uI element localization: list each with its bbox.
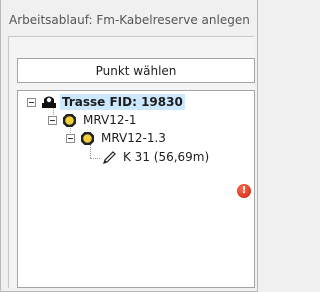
tree-connector [90, 158, 100, 159]
workflow-title: Arbeitsablauf: Fm-Kabelreserve anlegen [9, 13, 250, 27]
cable-tree[interactable]: Trasse FID: 19830 MRV12-1 MRV12-1.3 K 31… [17, 90, 255, 288]
collapse-toggle[interactable] [48, 115, 57, 125]
collapse-toggle[interactable] [27, 97, 36, 107]
collapse-toggle[interactable] [66, 133, 75, 143]
tree-node-label: K 31 (56,69m) [123, 150, 210, 164]
tree-node-label: MRV12-1 [83, 113, 137, 127]
manhole-icon [42, 96, 56, 108]
tree-node-mrv12-1-3[interactable]: MRV12-1.3 [66, 129, 168, 147]
error-icon[interactable]: ! [237, 184, 251, 198]
closure-icon [81, 131, 94, 145]
closure-icon [63, 113, 76, 127]
cable-pencil-icon [103, 150, 116, 164]
tree-node-label: MRV12-1.3 [101, 131, 166, 145]
tree-node-label: Trasse FID: 19830 [60, 94, 185, 110]
select-point-button[interactable]: Punkt wählen [17, 58, 255, 83]
tree-node-trasse[interactable]: Trasse FID: 19830 [27, 93, 185, 111]
tree-node-mrv12-1[interactable]: MRV12-1 [48, 111, 138, 129]
tree-node-k31[interactable]: K 31 (56,69m) [102, 148, 211, 166]
